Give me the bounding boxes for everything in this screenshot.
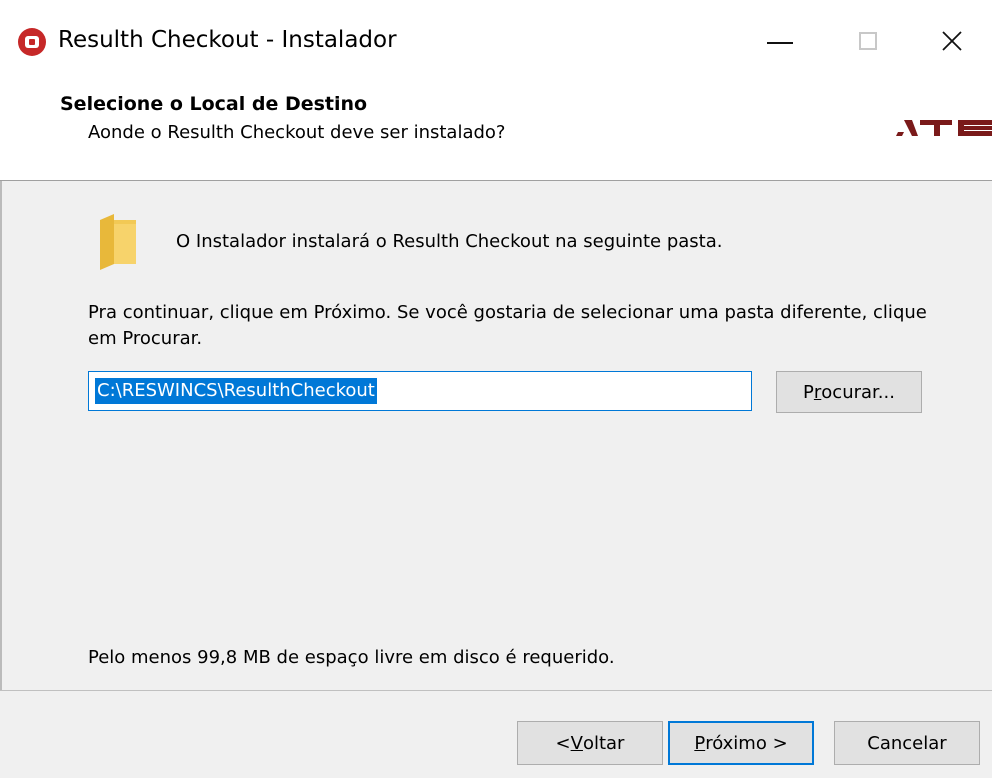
cancel-button[interactable]: Cancelar (834, 721, 980, 765)
wizard-header: Selecione o Local de Destino Aonde o Res… (0, 82, 992, 181)
next-label-post: róximo > (705, 732, 788, 754)
back-label-accel: V (570, 732, 583, 754)
next-button[interactable]: Próximo > (668, 721, 814, 765)
maximize-icon (859, 32, 877, 50)
close-button[interactable] (912, 0, 992, 82)
app-record-icon (18, 28, 46, 56)
title-bar[interactable]: Resulth Checkout - Instalador (0, 0, 992, 82)
minimize-button[interactable] (736, 0, 824, 82)
back-label-post: oltar (582, 732, 625, 754)
back-label-pre: < (555, 732, 571, 754)
folder-icon (100, 214, 136, 270)
page-title: Selecione o Local de Destino (60, 93, 368, 115)
browse-button[interactable]: Pr ocurar... (776, 371, 922, 413)
close-icon (942, 31, 962, 51)
back-button[interactable]: < Voltar (517, 721, 663, 765)
browse-label-pre: P (803, 381, 814, 403)
maximize-button[interactable] (824, 0, 912, 82)
install-path-value: C:\RESWINCS\ResulthCheckout (95, 378, 377, 404)
disk-space-requirement: Pelo menos 99,8 MB de espaço livre em di… (88, 647, 615, 668)
install-path-input[interactable]: C:\RESWINCS\ResulthCheckout (88, 371, 752, 411)
installer-window: Resulth Checkout - Instalador Selecione … (0, 0, 992, 778)
instructions-text: Pra continuar, clique em Próximo. Se voc… (88, 302, 927, 349)
browse-label-post: ocurar... (821, 381, 895, 403)
intro-text: O Instalador instalará o Resulth Checkou… (176, 231, 723, 252)
window-title: Resulth Checkout - Instalador (58, 27, 397, 53)
next-label-accel: P (694, 732, 706, 754)
minimize-icon (767, 42, 793, 44)
page-subtitle: Aonde o Resulth Checkout deve ser instal… (88, 122, 506, 143)
brand-logo-icon (896, 120, 992, 136)
browse-label-accel: r (813, 381, 822, 403)
wizard-footer: < Voltar Próximo > Cancelar (0, 690, 992, 778)
